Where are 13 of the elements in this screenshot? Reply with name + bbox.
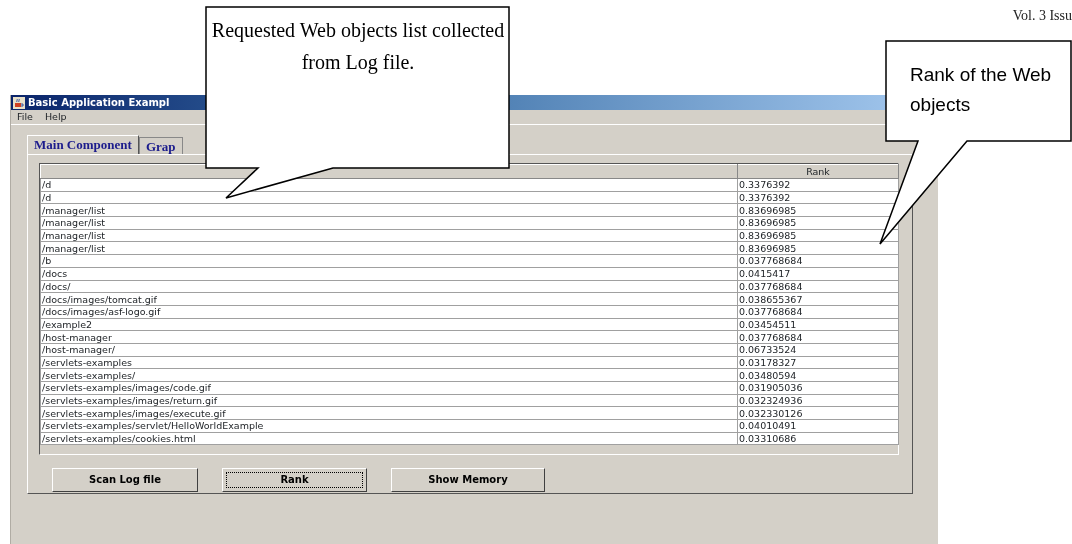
page-header-text: Vol. 3 Issu: [1012, 7, 1072, 25]
menu-item[interactable]: File: [17, 109, 33, 125]
button[interactable]: Show Memory: [391, 468, 545, 492]
tab[interactable]: Main Component: [27, 135, 139, 154]
menu-item[interactable]: Help: [44, 109, 67, 125]
callout-text: Requested Web objects list collected from Log file.: [210, 18, 506, 76]
callout-text: Rank of the Web objects: [910, 63, 1053, 117]
button[interactable]: Rank: [222, 468, 367, 492]
button[interactable]: Scan Log file: [52, 468, 198, 492]
column-header[interactable]: Rank: [737, 164, 899, 179]
tab[interactable]: Grap: [138, 137, 183, 154]
cup-icon: [13, 96, 25, 109]
window-title: Basic Application Exampl: [28, 97, 170, 108]
